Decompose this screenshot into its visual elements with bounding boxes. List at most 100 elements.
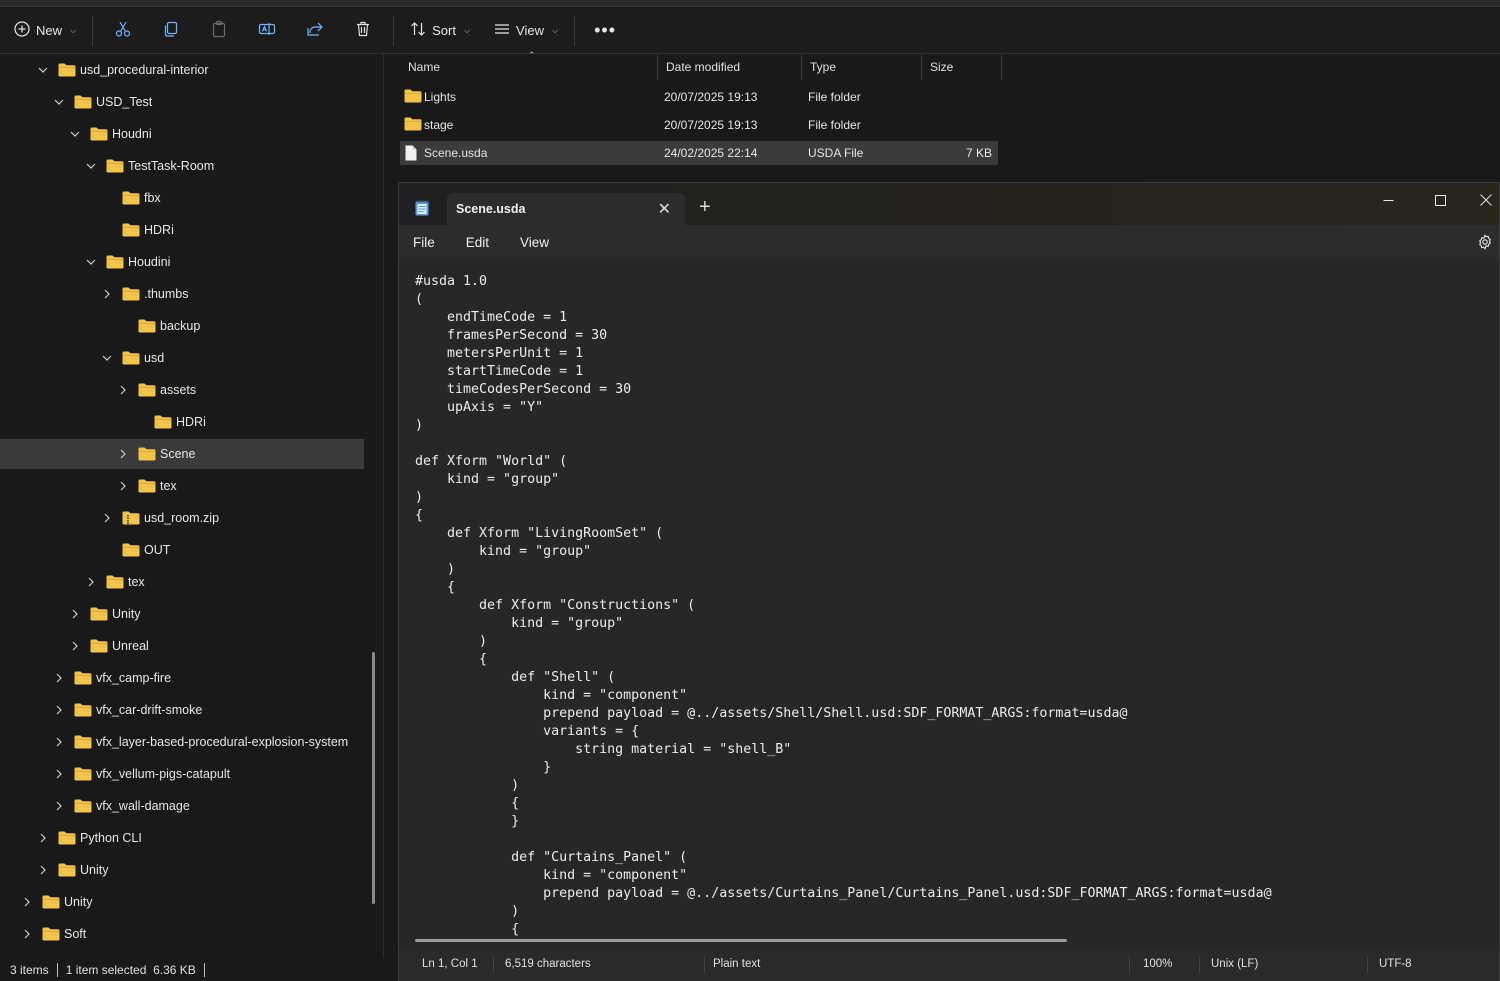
tree-item[interactable]: tex <box>0 567 364 597</box>
notepad-titlebar[interactable]: Scene.usda ✕ + <box>399 183 1499 225</box>
tree-item-label: TestTask-Room <box>128 159 215 173</box>
tree-item[interactable]: vfx_camp-fire <box>0 663 364 693</box>
file-row[interactable]: Scene.usda 24/02/2025 22:14 USDA File 7 KB <box>400 141 998 165</box>
tree-item[interactable]: backup <box>0 311 364 341</box>
more-options-button[interactable]: ••• <box>581 15 629 47</box>
menu-edit[interactable]: Edit <box>458 235 497 250</box>
tree-item[interactable]: Unreal <box>0 631 364 661</box>
chevron-right-icon[interactable] <box>20 895 34 909</box>
nav-scrollbar[interactable] <box>372 652 375 904</box>
tree-item[interactable]: assets <box>0 375 364 405</box>
chevron-right-icon[interactable] <box>20 927 34 941</box>
tree-item-label: usd_room.zip <box>144 511 220 525</box>
rename-button[interactable] <box>243 15 291 47</box>
chevron-right-icon[interactable] <box>116 479 130 493</box>
chevron-down-icon[interactable] <box>36 63 50 77</box>
column-header-size[interactable]: Size <box>922 54 1002 80</box>
encoding[interactable]: UTF-8 <box>1379 958 1412 970</box>
tree-item[interactable]: Houdini <box>0 247 364 277</box>
tree-item[interactable]: Python CLI <box>0 823 364 853</box>
chevron-right-icon[interactable] <box>52 767 66 781</box>
chevron-right-icon[interactable] <box>52 799 66 813</box>
tree-item[interactable]: usd_procedural-interior <box>0 55 364 85</box>
new-button[interactable]: New ⌵ <box>4 15 86 47</box>
file-row[interactable]: stage 20/07/2025 19:13 File folder <box>400 113 998 137</box>
tree-item[interactable]: Houdni <box>0 119 364 149</box>
tree-item[interactable]: usd_room.zip <box>0 503 364 533</box>
tree-item[interactable]: Unity <box>0 855 364 885</box>
chevron-down-icon[interactable] <box>52 95 66 109</box>
notepad-status-bar: Ln 1, Col 1 6,519 characters Plain text … <box>399 949 1499 981</box>
chevron-right-icon[interactable] <box>68 607 82 621</box>
editor-content[interactable]: #usda 1.0 ( endTimeCode = 1 framesPerSec… <box>415 273 1272 939</box>
gear-icon[interactable] <box>1477 234 1493 250</box>
tree-item[interactable]: USD_Test <box>0 87 364 117</box>
maximize-icon <box>1434 193 1446 209</box>
sort-button[interactable]: Sort ⌵ <box>400 15 480 47</box>
tree-item[interactable]: Scene <box>0 439 364 469</box>
chevron-right-icon[interactable] <box>100 511 114 525</box>
tree-item[interactable]: HDRi <box>0 407 364 437</box>
delete-button[interactable] <box>339 15 387 47</box>
cursor-position[interactable]: Ln 1, Col 1 <box>422 958 478 970</box>
share-button[interactable] <box>291 15 339 47</box>
text-editor[interactable]: #usda 1.0 ( endTimeCode = 1 framesPerSec… <box>399 259 1499 939</box>
menu-file[interactable]: File <box>405 235 443 250</box>
folder-icon <box>74 703 92 717</box>
notepad-window: Scene.usda ✕ + File Edit View #usda 1.0 <box>398 182 1500 981</box>
chevron-right-icon[interactable] <box>116 447 130 461</box>
maximize-button[interactable] <box>1417 187 1463 215</box>
chevron-right-icon[interactable] <box>116 383 130 397</box>
tree-item[interactable]: Soft <box>0 919 364 949</box>
chevron-right-icon[interactable] <box>84 575 98 589</box>
tree-item[interactable]: Unity <box>0 599 364 629</box>
column-header-type[interactable]: Type <box>802 54 922 80</box>
horizontal-scrollbar[interactable] <box>415 939 1067 942</box>
tree-item[interactable]: vfx_vellum-pigs-catapult <box>0 759 364 789</box>
tree-item[interactable]: usd <box>0 343 364 373</box>
tree-item[interactable]: fbx <box>0 183 364 213</box>
zoom-level[interactable]: 100% <box>1143 958 1172 970</box>
tree-item[interactable]: tex <box>0 471 364 501</box>
tree-item[interactable]: .thumbs <box>0 279 364 309</box>
text-format[interactable]: Plain text <box>713 958 760 970</box>
line-ending[interactable]: Unix (LF) <box>1211 958 1258 970</box>
chevron-right-icon[interactable] <box>52 703 66 717</box>
file-type: File folder <box>808 118 861 132</box>
column-header-name[interactable]: Name ⌃ <box>400 50 658 80</box>
file-row[interactable]: Lights 20/07/2025 19:13 File folder <box>400 85 998 109</box>
new-tab-button[interactable]: + <box>699 197 711 217</box>
chevron-right-icon[interactable] <box>68 639 82 653</box>
chevron-right-icon[interactable] <box>36 863 50 877</box>
tree-item[interactable]: vfx_car-drift-smoke <box>0 695 364 725</box>
notepad-tab[interactable]: Scene.usda ✕ <box>447 193 685 225</box>
tree-item[interactable]: OUT <box>0 535 364 565</box>
view-button[interactable]: View ⌵ <box>484 15 568 47</box>
column-header-date[interactable]: Date modified <box>658 54 802 80</box>
close-tab-icon[interactable]: ✕ <box>658 199 671 219</box>
chevron-down-icon[interactable] <box>84 255 98 269</box>
folder-icon <box>58 63 76 77</box>
close-window-button[interactable] <box>1463 187 1500 215</box>
chevron-down-icon[interactable] <box>68 127 82 141</box>
tree-item[interactable]: TestTask-Room <box>0 151 364 181</box>
tree-item[interactable]: vfx_wall-damage <box>0 791 364 821</box>
tree-item[interactable]: vfx_layer-based-procedural-explosion-sys… <box>0 727 364 757</box>
tree-item-label: usd <box>144 351 165 365</box>
status-divider <box>56 962 58 977</box>
tree-item[interactable]: Unity <box>0 887 364 917</box>
chevron-down-icon[interactable] <box>84 159 98 173</box>
chevron-right-icon[interactable] <box>52 671 66 685</box>
cut-button[interactable] <box>99 15 147 47</box>
chevron-right-icon[interactable] <box>36 831 50 845</box>
chevron-right-icon[interactable] <box>100 287 114 301</box>
menu-view[interactable]: View <box>512 235 557 250</box>
chevron-right-icon[interactable] <box>52 735 66 749</box>
folder-icon <box>138 383 156 397</box>
minimize-button[interactable] <box>1365 187 1411 215</box>
copy-button[interactable] <box>147 15 195 47</box>
paste-button[interactable] <box>195 15 243 47</box>
chevron-down-icon[interactable] <box>100 351 114 365</box>
tree-item-label: .thumbs <box>144 287 189 301</box>
tree-item[interactable]: HDRi <box>0 215 364 245</box>
